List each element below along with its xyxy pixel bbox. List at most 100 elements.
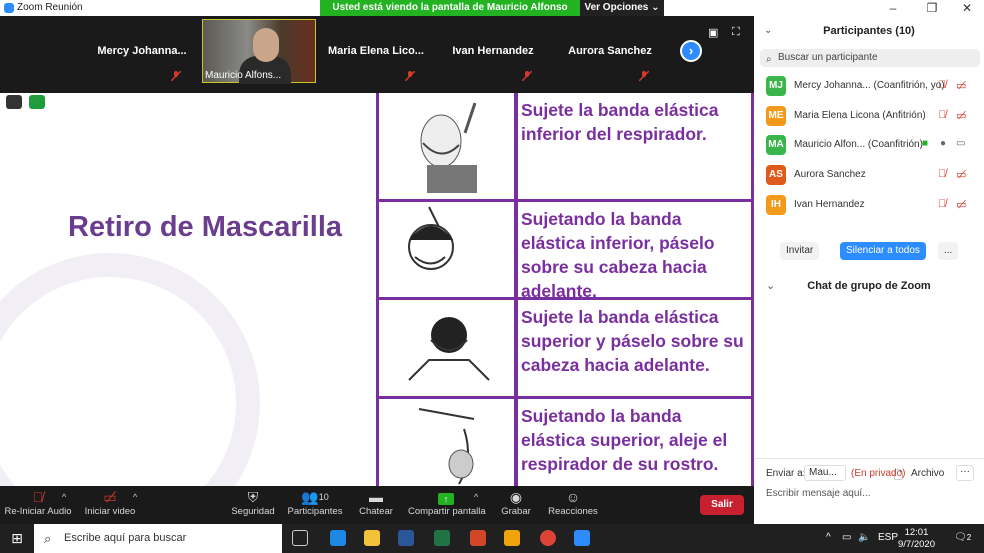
- avatar: IH: [766, 195, 786, 215]
- instruction-text: Sujetando la banda elástica superior, al…: [518, 399, 751, 486]
- zoom-taskbar-icon[interactable]: [574, 530, 590, 546]
- file-icon[interactable]: 🗋: [894, 467, 903, 486]
- participant-row[interactable]: MA Mauricio Alfon... (Coanfitrión) ■ ● ▭: [754, 131, 984, 159]
- chat-message-input[interactable]: Escribir mensaje aquí...: [766, 488, 871, 499]
- file-explorer-icon[interactable]: [364, 530, 380, 546]
- chrome-icon[interactable]: [540, 530, 556, 546]
- taskbar-search-placeholder: Escribe aquí para buscar: [64, 532, 187, 544]
- share-screen-icon: ↑: [408, 486, 484, 506]
- participant-row[interactable]: ME Maria Elena Licona (Anfitrión) 🎙̸ ▭̸: [754, 102, 984, 130]
- security-label: Seguridad: [231, 506, 275, 517]
- instruction-row: Sujetando la banda elástica superior, al…: [379, 399, 751, 486]
- excel-icon[interactable]: [434, 530, 450, 546]
- shield-icon[interactable]: [29, 95, 45, 109]
- windows-start-icon[interactable]: ⊞: [0, 524, 34, 553]
- share-screen-button[interactable]: ↑ Compartir pantalla: [408, 486, 486, 524]
- search-icon: ⌕: [44, 531, 52, 546]
- chat-button[interactable]: ▬ Chatear: [356, 486, 396, 524]
- close-button[interactable]: ✕: [952, 0, 982, 16]
- muted-mic-icon: [639, 71, 649, 81]
- share-options-caret-icon[interactable]: ^: [474, 492, 478, 502]
- tray-chevron-icon[interactable]: ^: [826, 532, 831, 543]
- instruction-illustration: [379, 202, 514, 297]
- smiley-icon: ☺: [565, 489, 581, 505]
- invite-button[interactable]: Invitar: [780, 242, 820, 260]
- video-off-icon[interactable]: ▭̸: [956, 168, 966, 181]
- mute-all-button[interactable]: Silenciar a todos: [840, 242, 926, 260]
- date: 9/7/2020: [898, 539, 935, 550]
- notification-icon[interactable]: 🗨2: [954, 532, 971, 543]
- video-button[interactable]: ▭̸ Iniciar video: [82, 486, 138, 524]
- edge-icon[interactable]: [330, 530, 346, 546]
- outlook-icon[interactable]: [504, 530, 520, 546]
- layout-view-icon[interactable]: ▣: [708, 26, 720, 39]
- taskbar-search-input[interactable]: ⌕ Escribe aquí para buscar: [34, 524, 282, 553]
- reactions-button[interactable]: ☺ Reacciones: [548, 486, 598, 524]
- info-icon[interactable]: [6, 95, 22, 109]
- participant-row[interactable]: IH Ivan Hernandez 🎙̸ ▭̸: [754, 191, 984, 219]
- participant-tile[interactable]: Ivan Hernandez: [436, 19, 550, 83]
- participant-tile[interactable]: Maria Elena Lico...: [319, 19, 433, 83]
- battery-icon[interactable]: ▭: [842, 532, 851, 543]
- video-options-caret-icon[interactable]: ^: [133, 492, 137, 502]
- video-off-icon[interactable]: ▭̸: [956, 198, 966, 211]
- avatar: ME: [766, 106, 786, 126]
- video-off-icon[interactable]: ▭̸: [956, 79, 966, 92]
- record-icon: ◉: [509, 489, 523, 505]
- tile-name: Mauricio Alfons...: [205, 70, 282, 81]
- clock[interactable]: 12:01 9/7/2020: [898, 527, 935, 551]
- search-icon: ⌕: [766, 54, 772, 65]
- reactions-label: Reacciones: [548, 506, 598, 517]
- avatar: MJ: [766, 76, 786, 96]
- send-to-label: Enviar a:: [766, 468, 806, 479]
- participant-name: Maria Elena Licona (Anfitrión): [794, 110, 926, 121]
- task-view-icon[interactable]: [292, 530, 308, 546]
- mic-icon[interactable]: ●: [940, 138, 946, 149]
- meeting-toolbar: 🎙̸ Re-Iniciar Audio ^ ▭̸ Iniciar video ^…: [0, 486, 754, 524]
- leave-button[interactable]: Salir: [700, 495, 744, 515]
- instruction-text: Sujete la banda elástica superior y páse…: [518, 300, 751, 396]
- instruction-text: Sujete la banda elástica inferior del re…: [518, 93, 751, 199]
- participant-row[interactable]: MJ Mercy Johanna... (Coanfitrión, yo) 🎙̸…: [754, 72, 984, 100]
- video-off-icon[interactable]: ▭̸: [956, 109, 966, 122]
- participant-row[interactable]: AS Aurora Sanchez 🎙̸ ▭̸: [754, 161, 984, 189]
- fullscreen-icon[interactable]: ⛶: [732, 26, 744, 38]
- chevron-down-icon[interactable]: ⌄: [766, 274, 775, 298]
- audio-label: Re-Iniciar Audio: [4, 506, 72, 517]
- record-button[interactable]: ◉ Grabar: [496, 486, 536, 524]
- muted-mic-icon[interactable]: 🎙̸: [938, 198, 946, 210]
- muted-mic-icon[interactable]: 🎙̸: [938, 109, 946, 121]
- send-to-select[interactable]: Mau...: [804, 465, 846, 481]
- more-options-button[interactable]: ...: [938, 242, 959, 260]
- participants-icon: 👥10: [301, 489, 329, 505]
- powerpoint-icon[interactable]: [470, 530, 486, 546]
- video-off-icon: ▭̸: [103, 489, 117, 505]
- participants-button[interactable]: 👥10 Participantes: [286, 486, 344, 524]
- security-button[interactable]: ⛨ Seguridad: [228, 486, 278, 524]
- word-icon[interactable]: [398, 530, 414, 546]
- video-icon[interactable]: ▭: [956, 138, 965, 149]
- participant-name: Mercy Johanna... (Coanfitrión, yo): [794, 80, 945, 91]
- chat-more-button[interactable]: ···: [956, 465, 974, 481]
- minimize-button[interactable]: –: [878, 0, 908, 16]
- participant-tile[interactable]: Aurora Sanchez: [553, 19, 667, 83]
- muted-mic-icon[interactable]: 🎙̸: [938, 79, 946, 91]
- participant-search-input[interactable]: ⌕ Buscar un participante: [760, 49, 980, 67]
- muted-mic-icon[interactable]: 🎙̸: [938, 168, 946, 180]
- muted-mic-icon: [405, 71, 415, 81]
- view-options-button[interactable]: Ver Opciones ⌄: [580, 0, 664, 16]
- maximize-button[interactable]: ❐: [917, 0, 947, 16]
- speaker-icon[interactable]: 🔈: [858, 532, 870, 543]
- chat-label: Chatear: [359, 506, 393, 517]
- participant-tile[interactable]: Mercy Johanna...: [85, 19, 199, 83]
- participant-tile-video[interactable]: Mauricio Alfons...: [202, 19, 316, 84]
- participants-label: Participantes: [287, 506, 343, 517]
- divider: [754, 458, 984, 459]
- audio-options-caret-icon[interactable]: ^: [62, 492, 66, 502]
- language-indicator[interactable]: ESP: [878, 532, 898, 543]
- video-person-face: [253, 28, 279, 62]
- next-page-arrow-icon[interactable]: ›: [680, 40, 702, 62]
- record-label: Grabar: [501, 506, 531, 517]
- muted-mic-icon: [171, 71, 181, 81]
- file-button[interactable]: Archivo: [911, 468, 944, 479]
